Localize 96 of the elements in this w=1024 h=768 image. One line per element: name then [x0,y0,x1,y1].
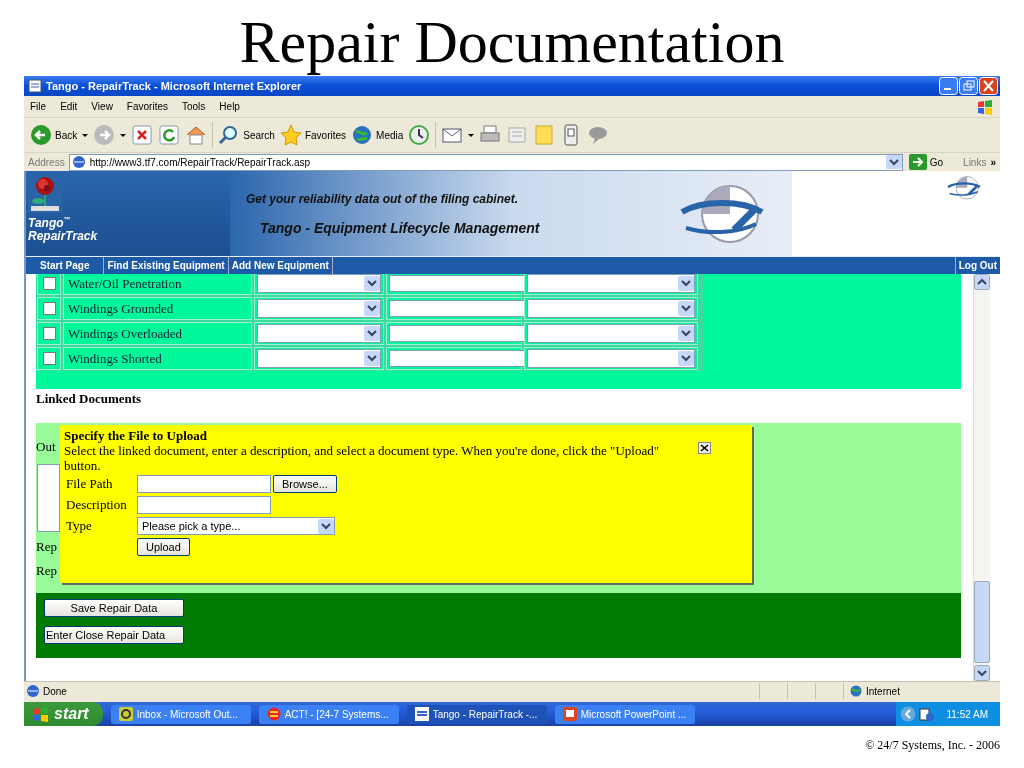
menu-item[interactable]: File [30,101,47,112]
close-button[interactable] [979,77,998,95]
checkbox[interactable] [42,277,56,290]
table-cell: Windings Overloaded [63,322,252,345]
globe-icon [351,124,374,146]
action-button[interactable]: Save Repair Data [44,599,184,617]
links-label[interactable]: Links [953,156,987,168]
description-field[interactable] [137,496,271,514]
windows-logo-icon [32,706,50,722]
chevron-icon[interactable]: » [990,156,996,168]
status-text: Done [43,685,67,697]
caret-icon[interactable] [678,351,694,366]
taskbar-button[interactable]: Inbox - Microsoft Out... [110,704,251,724]
go-arrow-icon[interactable] [908,154,927,170]
media-button[interactable]: Media [351,124,404,146]
speech-bubble-icon[interactable] [587,124,610,146]
star-icon [279,124,302,146]
stop-icon[interactable] [131,124,154,146]
taskbar-button[interactable]: ACT! - [24-7 Systems... [258,704,399,724]
dropdown-arrow-icon[interactable] [468,133,475,137]
headline: Tango - Equipment Lifecycle Management [259,219,541,236]
browse-button[interactable]: Browse... [273,475,337,493]
field-label: Type [66,517,93,535]
address-field[interactable]: http://www3.tf7.com/RepairTrack/RepairTrack.asp [68,153,903,171]
caret-icon[interactable] [364,326,380,341]
scroll-down-icon[interactable] [974,665,990,681]
file-path-field[interactable] [137,475,271,493]
slide-title: Repair Documentation [239,8,785,76]
field-label: Rep [36,562,58,580]
menu-item[interactable]: Edit [60,101,78,112]
dropdown-arrow-icon[interactable] [82,133,89,137]
caret-icon[interactable] [364,276,380,291]
checkbox[interactable] [42,327,56,340]
caret-icon[interactable] [678,301,694,316]
page-icon[interactable] [71,155,86,169]
app-icon [562,707,577,721]
scrollbar[interactable] [973,274,990,681]
taskbar-button[interactable]: Tango - RepairTrack -... [406,704,547,724]
menu-item[interactable]: View [91,101,113,112]
table-cell: Water/Oil Penetration [63,274,252,295]
slide-footer: © 24/7 Systems, Inc. - 2006 [865,738,1000,753]
tagline: Get your reliability data out of the filing cabinet. [246,191,520,206]
address-label: Address [28,156,65,168]
taskbar-button[interactable]: Microsoft PowerPoint ... [554,704,695,724]
go-button[interactable]: Go [906,154,950,170]
page-icon[interactable] [28,79,42,93]
history-icon[interactable] [408,124,431,146]
app-icon [266,707,281,721]
page-icon[interactable] [26,684,40,698]
clock: 11:52 AM [945,708,988,720]
favorites-button[interactable]: Favorites [279,124,347,146]
scroll-thumb[interactable] [974,581,990,663]
caret-icon[interactable] [364,351,380,366]
dropdown-arrow-icon[interactable] [120,133,127,137]
close-icon[interactable] [698,442,711,454]
window-title: Tango - RepairTrack - Microsoft Internet Explorer [46,80,302,92]
action-button[interactable]: Enter Close Repair Data [44,626,184,644]
windows-logo-icon[interactable] [976,98,994,115]
checkbox[interactable] [42,302,56,315]
search-button[interactable]: Search [218,124,275,146]
section-heading: Linked Documents [36,390,143,408]
minimize-button[interactable] [939,77,958,95]
refresh-icon[interactable] [158,124,181,146]
field-label: Rep [36,538,58,556]
product-name: Tango$^{™}$ [28,215,71,230]
field-label: Out [36,438,57,456]
app-icon [118,707,133,721]
menu-item[interactable]: Help [219,101,240,112]
zone-label: Internet [866,685,900,697]
checkbox[interactable] [42,352,56,365]
dialog-title: Specify the File to Upload [64,428,208,443]
field-label: Description [66,496,128,514]
home-icon[interactable] [185,124,208,146]
product-name: RepairTrack [28,230,98,243]
start-button[interactable]: start [24,702,103,726]
dialog-instructions: Select the linked document, enter a description, and select a document type. When you're done, click the "Upload" button. [64,443,660,473]
back-icon [30,124,52,146]
caret-icon[interactable] [678,276,694,291]
upload-button[interactable]: Upload [137,538,190,556]
chevron-left-icon[interactable] [900,706,917,722]
caret-icon[interactable] [318,518,334,534]
table-cell: Windings Grounded [63,297,252,320]
dropdown[interactable]: Please pick a type... [137,517,335,535]
scroll-up-icon[interactable] [974,274,990,290]
app-icon [414,707,429,721]
back-button[interactable]: Back [30,124,78,146]
restore-button[interactable] [959,77,978,95]
menu-item[interactable]: Favorites [126,101,168,112]
globe-icon[interactable] [850,685,862,697]
field-label: File Path [66,475,114,493]
text-area[interactable] [37,464,60,532]
menu-item[interactable]: Tools [182,101,206,112]
caret-icon[interactable] [364,301,380,316]
table-cell: Windings Shorted [63,347,252,370]
caret-icon[interactable] [678,326,694,341]
tray-icon[interactable] [919,706,936,722]
